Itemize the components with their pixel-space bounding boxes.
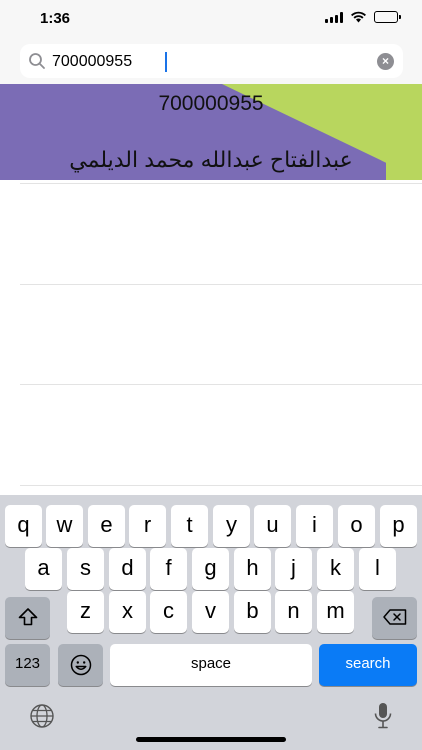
result-card[interactable]: 700000955 عبدالفتاح عبدالله محمد الديلمي [0, 84, 422, 180]
numbers-key[interactable]: 123 [5, 644, 50, 686]
key-s[interactable]: s [67, 548, 104, 590]
clear-icon[interactable]: × [377, 53, 394, 70]
key-q[interactable]: q [5, 505, 42, 547]
cellular-signal-icon [325, 11, 343, 23]
battery-icon [374, 11, 401, 23]
key-o[interactable]: o [338, 505, 375, 547]
key-d[interactable]: d [109, 548, 146, 590]
key-l[interactable]: l [359, 548, 396, 590]
result-phone-number: 700000955 [158, 92, 264, 115]
key-i[interactable]: i [296, 505, 333, 547]
delete-key[interactable] [372, 597, 417, 639]
status-bar: 1:36 [0, 0, 422, 40]
key-u[interactable]: u [254, 505, 291, 547]
list-separator [20, 284, 422, 285]
key-e[interactable]: e [88, 505, 125, 547]
search-icon [29, 53, 45, 69]
backspace-icon [382, 609, 406, 625]
key-b[interactable]: b [234, 591, 271, 633]
globe-icon[interactable] [29, 703, 55, 729]
shift-key[interactable] [5, 597, 50, 639]
space-key[interactable]: space [110, 644, 312, 686]
key-k[interactable]: k [317, 548, 354, 590]
search-bar[interactable]: × [20, 44, 403, 78]
key-a[interactable]: a [25, 548, 62, 590]
search-key[interactable]: search [319, 644, 417, 686]
key-n[interactable]: n [275, 591, 312, 633]
key-r[interactable]: r [129, 505, 166, 547]
microphone-icon[interactable] [373, 702, 393, 730]
key-t[interactable]: t [171, 505, 208, 547]
shift-icon [18, 608, 37, 626]
text-caret [165, 52, 167, 72]
status-icons [325, 11, 401, 23]
key-c[interactable]: c [150, 591, 187, 633]
key-w[interactable]: w [46, 505, 83, 547]
list-separator [20, 183, 422, 184]
key-g[interactable]: g [192, 548, 229, 590]
keyboard: q w e r t y u i o p a s d f g h j k l z … [0, 495, 422, 750]
search-input[interactable] [52, 51, 362, 73]
list-separator [20, 485, 422, 486]
list-separator [20, 384, 422, 385]
key-f[interactable]: f [150, 548, 187, 590]
search-area: × [0, 40, 422, 84]
key-m[interactable]: m [317, 591, 354, 633]
key-p[interactable]: p [380, 505, 417, 547]
key-y[interactable]: y [213, 505, 250, 547]
key-j[interactable]: j [275, 548, 312, 590]
result-contact-name: عبدالفتاح عبدالله محمد الديلمي [69, 147, 353, 172]
emoji-key[interactable] [58, 644, 103, 686]
emoji-icon [70, 654, 91, 676]
key-x[interactable]: x [109, 591, 146, 633]
key-v[interactable]: v [192, 591, 229, 633]
key-z[interactable]: z [67, 591, 104, 633]
status-time: 1:36 [40, 10, 71, 27]
key-h[interactable]: h [234, 548, 271, 590]
wifi-icon [351, 11, 366, 23]
home-indicator [136, 737, 286, 742]
